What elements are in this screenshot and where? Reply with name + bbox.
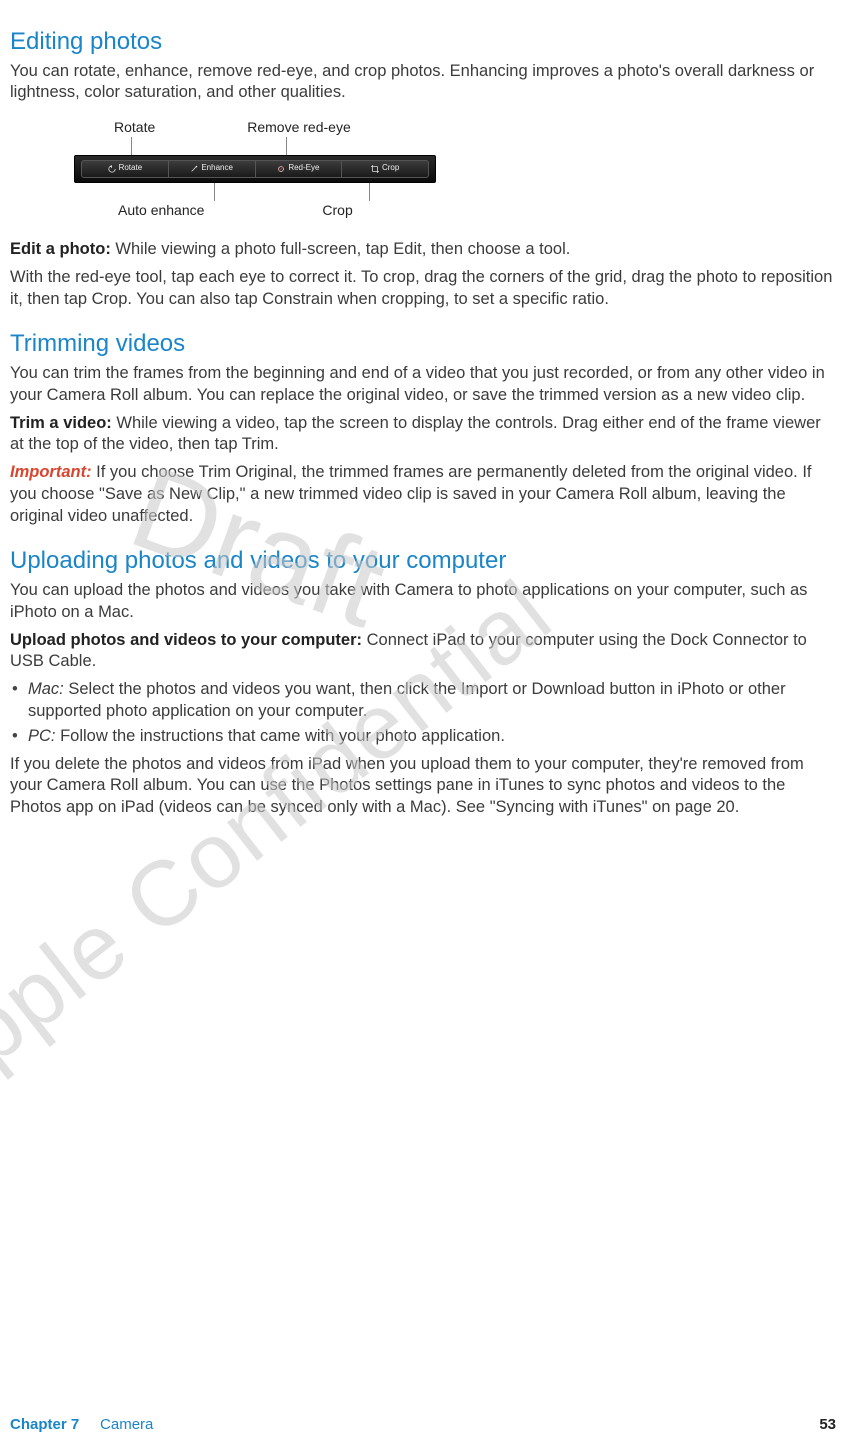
editing-intro: You can rotate, enhance, remove red-eye,… xyxy=(10,61,836,105)
footer-chapter: Chapter 7 Camera xyxy=(10,1415,153,1435)
redeye-crop-para: With the red-eye tool, tap each eye to c… xyxy=(10,267,836,311)
rotate-icon xyxy=(108,165,116,173)
trim-a-video-label: Trim a video: xyxy=(10,414,116,432)
platform-list: Mac: Select the photos and videos you wa… xyxy=(10,679,836,747)
crop-label: Crop xyxy=(382,163,399,174)
edit-a-photo-text: While viewing a photo full-screen, tap E… xyxy=(115,240,570,258)
trim-a-video-para: Trim a video: While viewing a video, tap… xyxy=(10,413,836,457)
upload-para: Upload photos and videos to your compute… xyxy=(10,630,836,674)
uploading-intro: You can upload the photos and videos you… xyxy=(10,580,836,624)
leader-line xyxy=(214,183,215,201)
upload-label: Upload photos and videos to your compute… xyxy=(10,631,367,649)
redeye-icon xyxy=(277,165,285,173)
edit-a-photo-para: Edit a photo: While viewing a photo full… xyxy=(10,239,836,261)
edit-a-photo-label: Edit a photo: xyxy=(10,240,115,258)
leader-line xyxy=(286,137,287,155)
callout-auto-enhance: Auto enhance xyxy=(118,201,204,219)
photo-edit-toolbar: Rotate Enhance Red-Eye Crop xyxy=(74,155,436,183)
callout-remove-redeye: Remove red-eye xyxy=(247,118,351,136)
leader-line xyxy=(369,183,370,201)
footer-chapter-name: Camera xyxy=(100,1416,153,1433)
important-text: If you choose Trim Original, the trimmed… xyxy=(10,463,812,525)
redeye-button[interactable]: Red-Eye xyxy=(256,160,343,178)
rotate-button[interactable]: Rotate xyxy=(81,160,169,178)
list-item: PC: Follow the instructions that came wi… xyxy=(12,726,836,748)
rotate-label: Rotate xyxy=(119,163,143,174)
wand-icon xyxy=(190,165,198,173)
crop-icon xyxy=(371,165,379,173)
crop-button[interactable]: Crop xyxy=(342,160,429,178)
enhance-button[interactable]: Enhance xyxy=(169,160,256,178)
pc-label: PC: xyxy=(28,727,60,745)
important-label: Important: xyxy=(10,463,96,481)
heading-uploading: Uploading photos and videos to your comp… xyxy=(10,545,836,577)
enhance-label: Enhance xyxy=(201,163,233,174)
editing-toolbar-figure: Rotate Remove red-eye Rotate Enhance Red… xyxy=(74,118,454,219)
heading-trimming-videos: Trimming videos xyxy=(10,328,836,360)
uploading-after: If you delete the photos and videos from… xyxy=(10,754,836,819)
page-number: 53 xyxy=(819,1415,836,1435)
pc-text: Follow the instructions that came with y… xyxy=(60,727,505,745)
trimming-intro: You can trim the frames from the beginni… xyxy=(10,363,836,407)
heading-editing-photos: Editing photos xyxy=(10,26,836,58)
footer-chapter-num: Chapter 7 xyxy=(10,1416,79,1433)
list-item: Mac: Select the photos and videos you wa… xyxy=(12,679,836,723)
page-footer: Chapter 7 Camera 53 xyxy=(10,1415,836,1435)
redeye-label: Red-Eye xyxy=(288,163,319,174)
leader-line xyxy=(131,137,132,155)
callout-rotate: Rotate xyxy=(114,118,155,136)
trim-a-video-text: While viewing a video, tap the screen to… xyxy=(10,414,821,454)
callout-crop: Crop xyxy=(322,201,352,219)
important-para: Important: If you choose Trim Original, … xyxy=(10,462,836,527)
mac-label: Mac: xyxy=(28,680,68,698)
mac-text: Select the photos and videos you want, t… xyxy=(28,680,786,720)
